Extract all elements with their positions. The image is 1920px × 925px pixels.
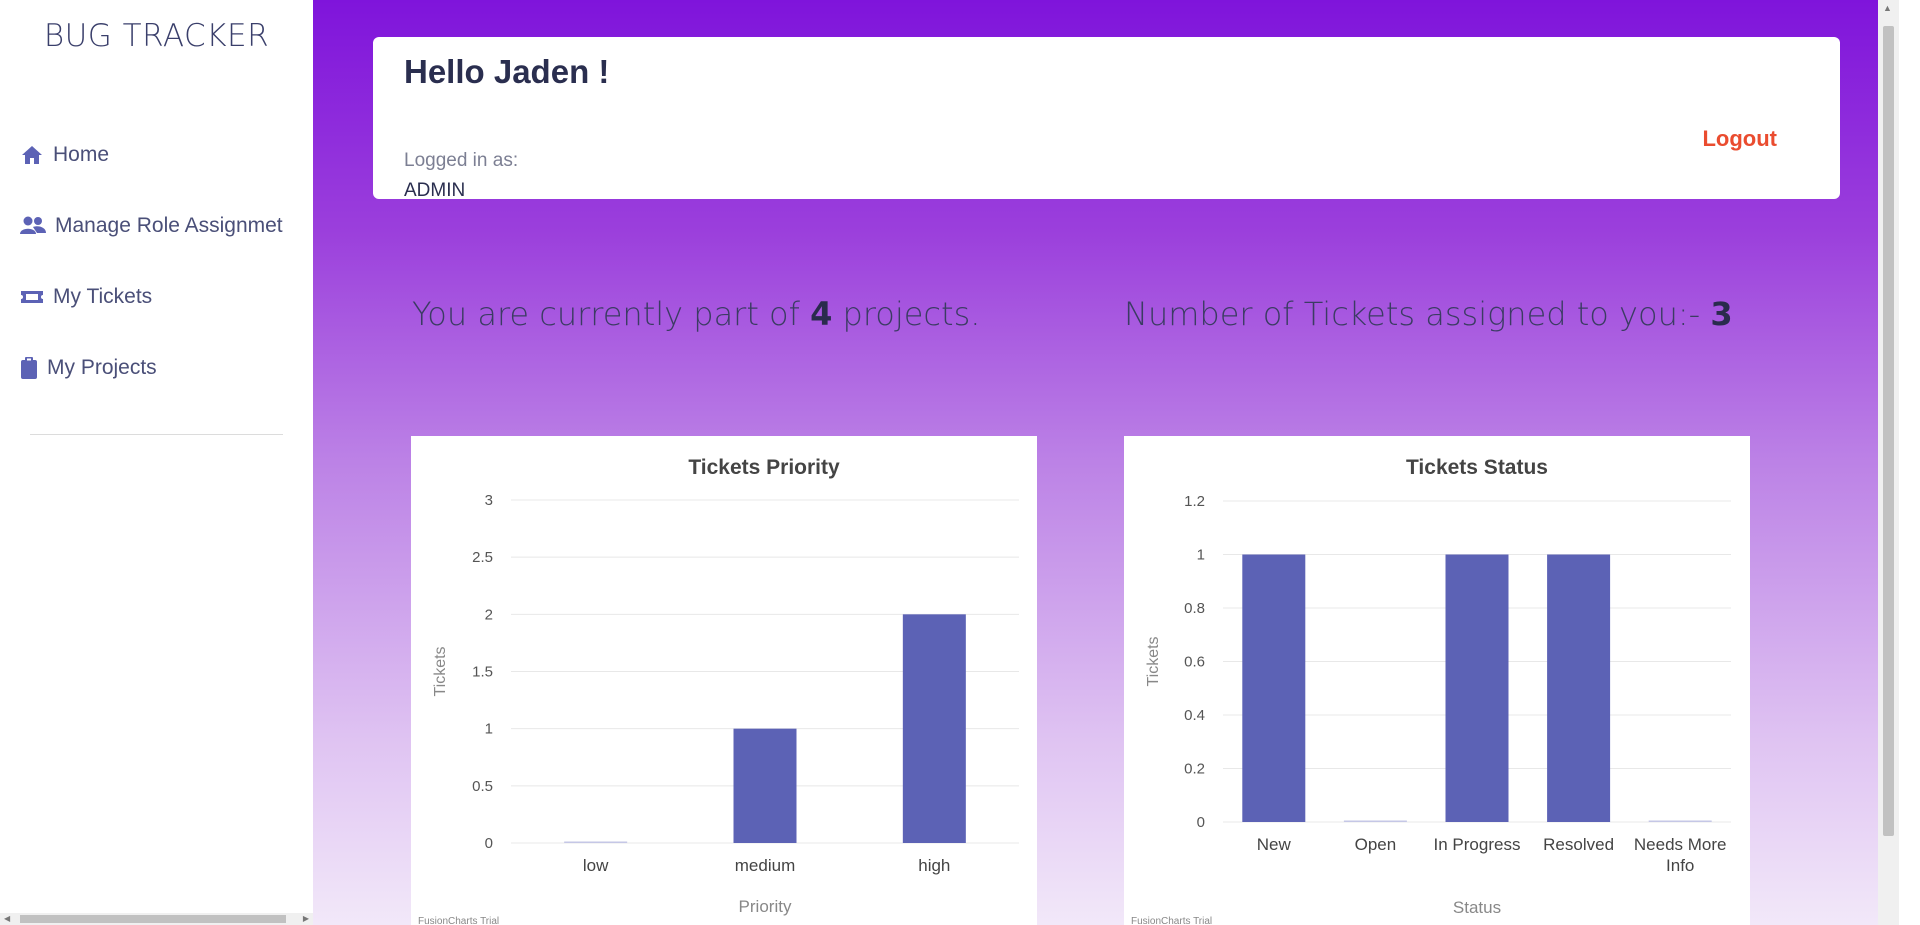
x-axis-label: Status bbox=[1453, 898, 1501, 917]
x-tick-label: In Progress bbox=[1434, 835, 1521, 854]
scrollbar-thumb[interactable] bbox=[1883, 26, 1894, 836]
projects-stat-suffix: projects. bbox=[842, 295, 981, 333]
logout-link[interactable]: Logout bbox=[1702, 126, 1777, 152]
y-tick-label: 3 bbox=[485, 492, 493, 509]
sidebar-divider bbox=[30, 434, 283, 435]
bar bbox=[1648, 820, 1712, 822]
y-axis-label: Tickets bbox=[432, 646, 449, 696]
bar bbox=[733, 728, 797, 843]
y-tick-label: 1 bbox=[485, 721, 493, 738]
bar bbox=[1445, 554, 1509, 822]
scroll-right-icon[interactable]: ▶ bbox=[303, 914, 309, 923]
home-icon bbox=[20, 144, 44, 166]
y-tick-label: 0.4 bbox=[1184, 707, 1205, 724]
logged-in-label: Logged in as: bbox=[404, 150, 519, 171]
x-tick-label: Needs More Info bbox=[1634, 835, 1727, 875]
scrollbar-thumb[interactable] bbox=[20, 915, 286, 923]
scroll-up-icon[interactable]: ▲ bbox=[1883, 3, 1892, 13]
bar bbox=[1547, 554, 1611, 822]
y-tick-label: 0.5 bbox=[472, 778, 493, 795]
y-tick-label: 1.2 bbox=[1184, 493, 1205, 510]
y-tick-label: 0.2 bbox=[1184, 761, 1205, 778]
sidebar-item-manage-roles[interactable]: Manage Role Assignmet bbox=[20, 214, 283, 238]
bar bbox=[1343, 820, 1407, 822]
y-tick-label: 0.6 bbox=[1184, 654, 1205, 671]
x-tick-label: low bbox=[583, 856, 609, 875]
y-axis-label: Tickets bbox=[1145, 636, 1162, 686]
watermark-text: FusionCharts Trial bbox=[418, 916, 499, 925]
projects-count: 4 bbox=[810, 295, 833, 333]
y-tick-label: 0 bbox=[485, 835, 493, 852]
sidebar: BUG TRACKER Home Manage Role Assignmet M… bbox=[0, 0, 313, 925]
main-content: Hello Jaden ! Logged in as: ADMIN Logout… bbox=[313, 0, 1899, 925]
bar bbox=[1242, 554, 1306, 822]
x-tick-label: medium bbox=[735, 856, 795, 875]
y-tick-label: 0 bbox=[1197, 814, 1205, 831]
sidebar-item-label: Home bbox=[53, 143, 110, 166]
ticket-icon bbox=[20, 286, 44, 308]
status-chart: Tickets Status 0 0.2 0.4 0.6 0.8 1 1.2 Tickets Ne… bbox=[1131, 456, 1731, 925]
users-icon bbox=[20, 215, 46, 237]
projects-stat: You are currently part of 4 projects. bbox=[412, 295, 980, 333]
y-tick-label: 2.5 bbox=[472, 549, 493, 566]
x-tick-label: Open bbox=[1355, 835, 1397, 854]
y-tick-label: 1.5 bbox=[472, 664, 493, 681]
status-chart-card: Tickets Status 0 0.2 0.4 0.6 0.8 1 1.2 Tickets Ne… bbox=[1124, 436, 1750, 925]
sidebar-item-label: My Projects bbox=[47, 356, 157, 379]
priority-chart: Tickets Priority 0 0.5 1 1.5 2 2.5 3 Tickets low m… bbox=[418, 456, 1019, 925]
greeting: Hello Jaden ! bbox=[404, 53, 610, 90]
sidebar-item-my-tickets[interactable]: My Tickets bbox=[20, 285, 152, 309]
y-tick-label: 2 bbox=[485, 606, 493, 623]
bar bbox=[564, 841, 628, 843]
y-tick-label: 1 bbox=[1197, 547, 1205, 564]
chart-title: Tickets Status bbox=[1406, 456, 1548, 479]
role-label: ADMIN bbox=[404, 180, 466, 201]
priority-chart-card: Tickets Priority 0 0.5 1 1.5 2 2.5 3 Tickets low m… bbox=[411, 436, 1037, 925]
brand-title: BUG TRACKER bbox=[43, 18, 270, 54]
scroll-left-icon[interactable]: ◀ bbox=[4, 914, 10, 923]
tickets-stat-prefix: Number of Tickets assigned to you:- bbox=[1124, 295, 1701, 333]
bar bbox=[902, 614, 966, 843]
watermark-text: FusionCharts Trial bbox=[1131, 916, 1212, 925]
sidebar-item-home[interactable]: Home bbox=[20, 143, 109, 167]
horizontal-scrollbar[interactable]: ◀ ▶ bbox=[0, 913, 313, 925]
x-axis-label: Priority bbox=[739, 897, 792, 916]
sidebar-item-label: Manage Role Assignmet bbox=[55, 214, 283, 237]
tickets-stat: Number of Tickets assigned to you:- 3 bbox=[1124, 295, 1733, 333]
clipboard-icon bbox=[20, 357, 38, 379]
vertical-scrollbar[interactable]: ▲ bbox=[1878, 0, 1899, 925]
x-tick-label: high bbox=[918, 856, 950, 875]
x-tick-label: New bbox=[1257, 835, 1292, 854]
projects-stat-prefix: You are currently part of bbox=[412, 295, 800, 333]
header-card: Hello Jaden ! Logged in as: ADMIN Logout bbox=[373, 37, 1840, 201]
chart-title: Tickets Priority bbox=[688, 456, 840, 479]
x-tick-label: Resolved bbox=[1543, 835, 1614, 854]
y-tick-label: 0.8 bbox=[1184, 600, 1205, 617]
sidebar-item-label: My Tickets bbox=[53, 285, 153, 308]
sidebar-item-my-projects[interactable]: My Projects bbox=[20, 356, 157, 380]
tickets-count: 3 bbox=[1710, 295, 1733, 333]
